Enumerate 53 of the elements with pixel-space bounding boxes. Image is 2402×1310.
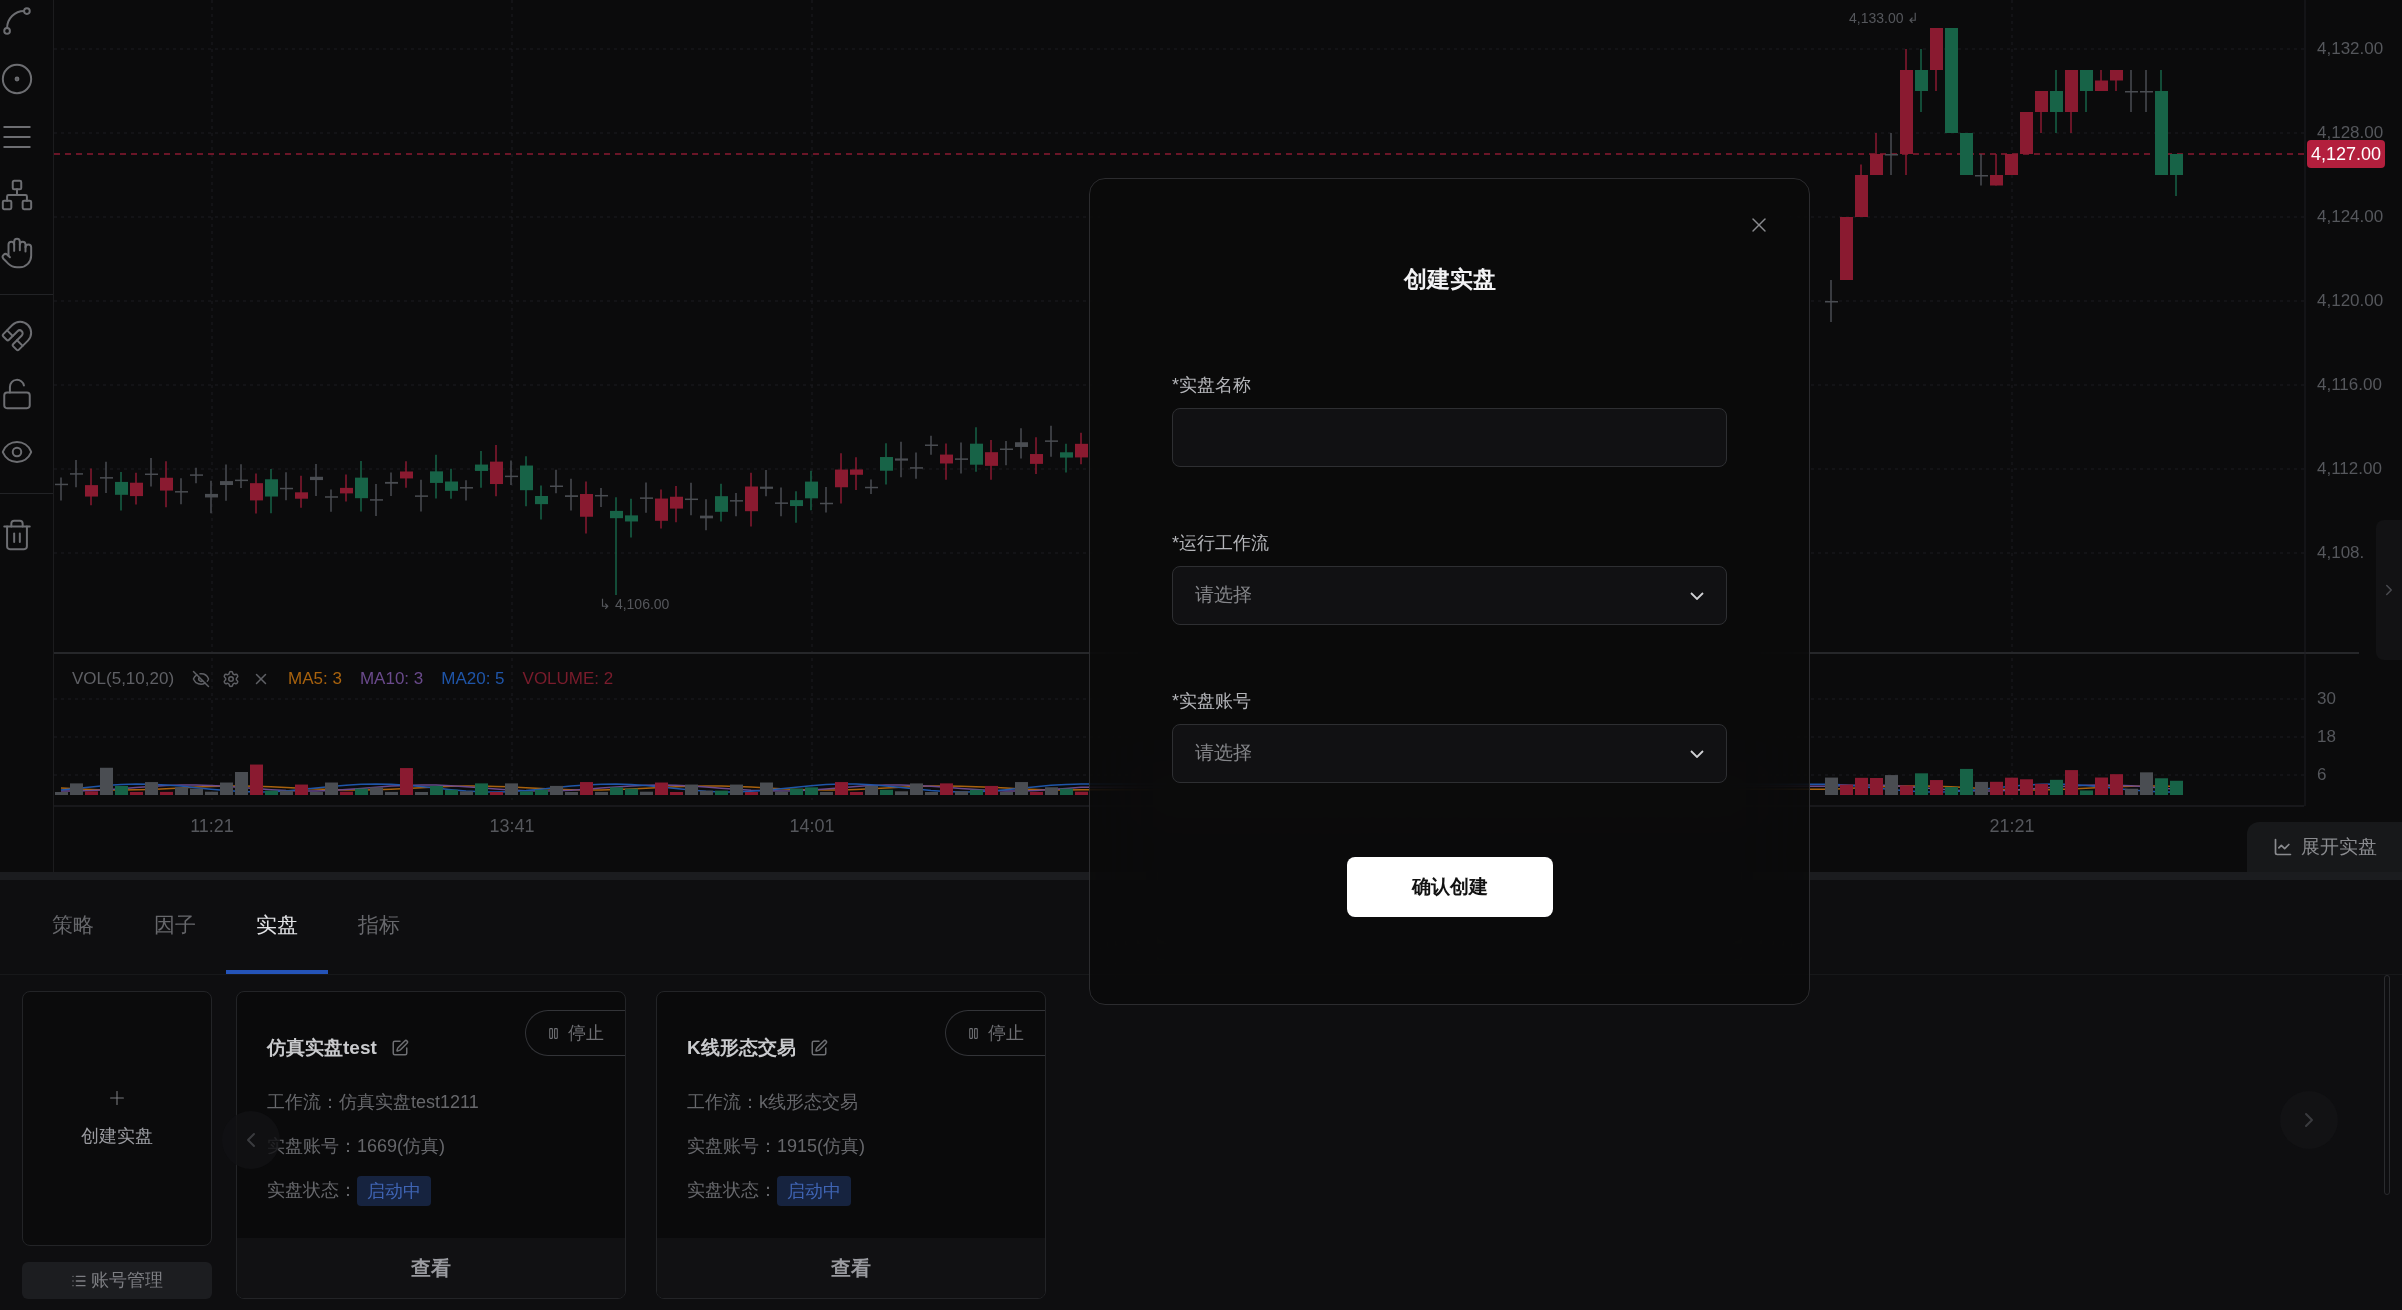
create-card[interactable]: 创建实盘 <box>22 991 212 1246</box>
low-price-label: ↳ 4,106.00 <box>599 595 670 614</box>
indicator-value: MA10: 3 <box>359 668 424 690</box>
field-label: 工作流： <box>267 1091 339 1114</box>
volume-tick-label: 6 <box>2317 765 2327 785</box>
price-tick-label: 4,128.00 <box>2317 123 2384 143</box>
indicator-value: VOLUME: 2 <box>522 668 614 690</box>
create-label: 创建实盘 <box>81 1125 153 1148</box>
price-tick-label: 4,112.00 <box>2317 459 2382 479</box>
tab[interactable]: 实盘 <box>226 879 328 974</box>
volume-tick-label: 18 <box>2317 727 2336 747</box>
confirm-button[interactable]: 确认创建 <box>1346 857 1553 917</box>
status-badge: 启动中 <box>777 1175 851 1206</box>
field-label: *实盘账号 <box>1172 690 1252 713</box>
price-tick-label: 4,116.00 <box>2317 375 2382 395</box>
field-label: *运行工作流 <box>1172 532 1270 555</box>
price-tick-label: 4,124.00 <box>2317 207 2384 227</box>
card-title: 仿真实盘test <box>267 1036 377 1060</box>
field-value: 仿真实盘test1211 <box>339 1091 479 1114</box>
time-tick-label: 14:01 <box>789 815 835 838</box>
account-button[interactable]: 账号管理 <box>22 1262 212 1299</box>
view-button[interactable]: 查看 <box>237 1238 625 1298</box>
indicator-value: MA5: 3 <box>288 668 342 690</box>
field-label: 实盘状态： <box>687 1179 777 1202</box>
price-tick-label: 4,108. <box>2317 543 2365 563</box>
time-tick-label: 13:41 <box>489 815 535 838</box>
volume-tick-label: 30 <box>2317 689 2336 709</box>
high-price-label: 4,133.00 ↲ <box>1849 9 1920 28</box>
tab[interactable]: 因子 <box>124 879 226 974</box>
field-label: 工作流： <box>687 1091 759 1114</box>
last-price-label: 4,127.00 <box>2307 140 2386 168</box>
field-value: 1915(仿真) <box>777 1135 866 1158</box>
field-label: 实盘账号： <box>267 1135 357 1158</box>
price-tick-label: 4,132.00 <box>2317 39 2384 59</box>
field-value: 1669(仿真) <box>357 1135 446 1158</box>
tab[interactable]: 策略 <box>22 879 124 974</box>
select-field[interactable]: 请选择 <box>1172 724 1727 783</box>
price-tick-label: 4,120.00 <box>2317 291 2384 311</box>
field-label: *实盘名称 <box>1172 374 1252 397</box>
view-button[interactable]: 查看 <box>657 1238 1045 1298</box>
select-field[interactable]: 请选择 <box>1172 566 1727 625</box>
field-label: 实盘账号： <box>687 1135 777 1158</box>
time-tick-label: 21:21 <box>1989 815 2035 838</box>
indicator-value: MA20: 5 <box>441 668 505 690</box>
dialog-title: 创建实盘 <box>1403 265 1496 294</box>
expand-button[interactable]: 展开实盘 <box>2247 822 2402 872</box>
field-value: k线形态交易 <box>759 1091 858 1114</box>
volume-indicator-title: VOL(5,10,20) <box>72 668 175 690</box>
field-label: 实盘状态： <box>267 1179 357 1202</box>
time-tick-label: 11:21 <box>190 815 234 838</box>
card-title: K线形态交易 <box>687 1036 796 1060</box>
tab[interactable]: 指标 <box>328 879 430 974</box>
status-badge: 启动中 <box>357 1175 431 1206</box>
